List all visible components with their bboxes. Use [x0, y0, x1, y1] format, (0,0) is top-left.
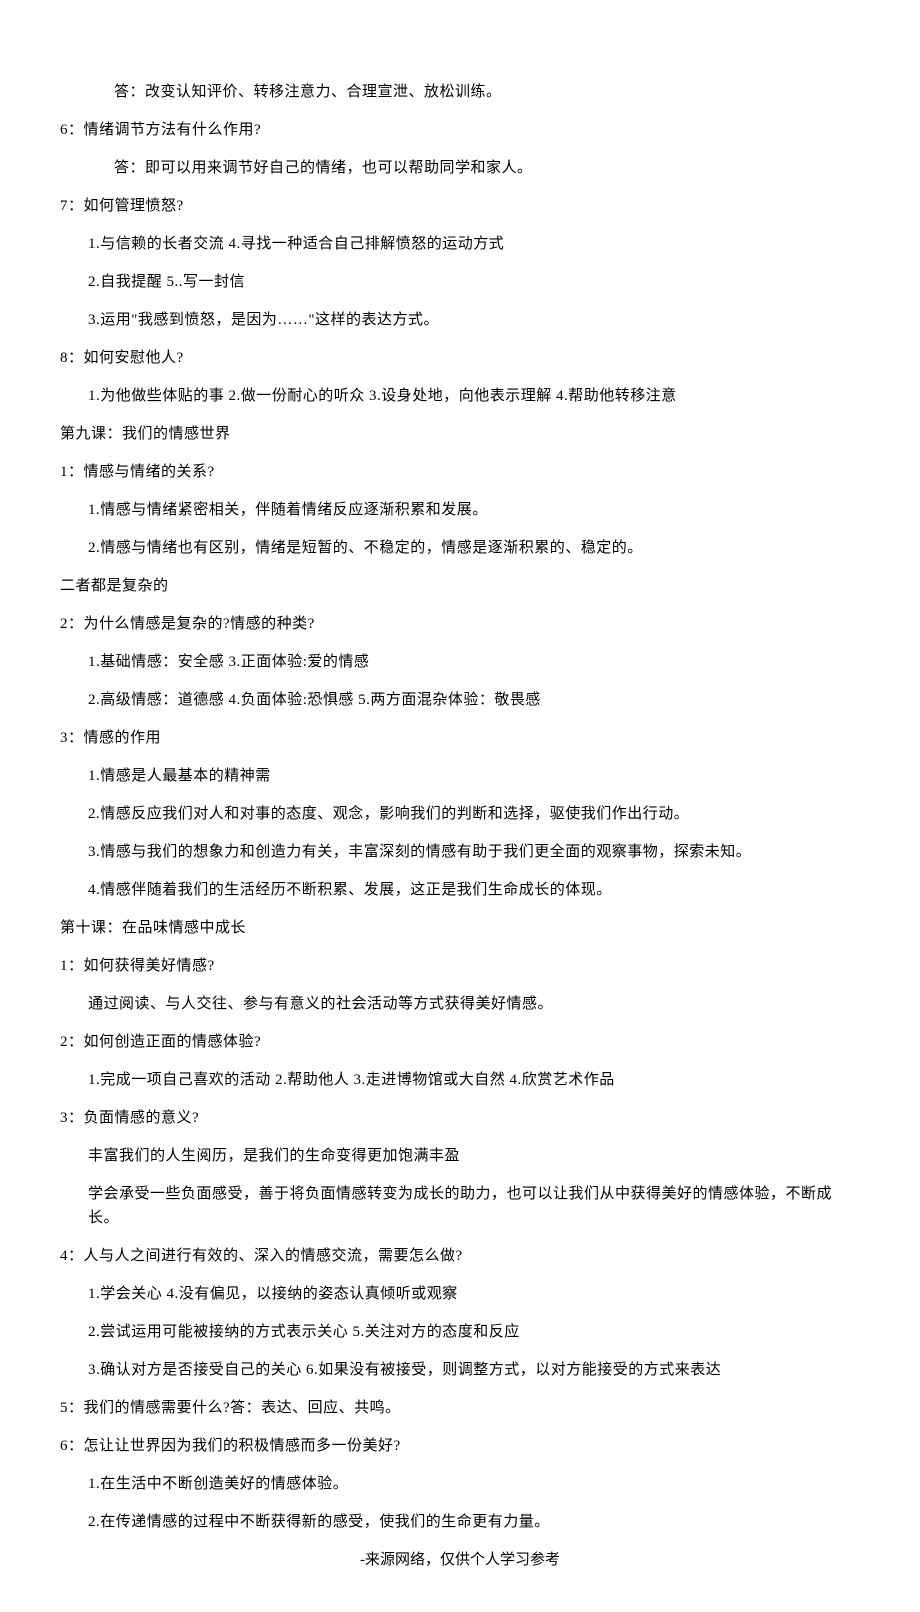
- document-body: 答：改变认知评价、转移注意力、合理宣泄、放松训练。 6：情绪调节方法有什么作用? 答…: [60, 80, 860, 1534]
- text-line: 3.确认对方是否接受自己的关心 6.如果没有被接受，则调整方式，以对方能接受的方…: [60, 1358, 860, 1382]
- text-line: 2.高级情感：道德感 4.负面体验:恐惧感 5.两方面混杂体验：敬畏感: [60, 688, 860, 712]
- text-line: 1.学会关心 4.没有偏见，以接纳的姿态认真倾听或观察: [60, 1282, 860, 1306]
- text-line: 3：负面情感的意义?: [60, 1106, 860, 1130]
- text-line: 4：人与人之间进行有效的、深入的情感交流，需要怎么做?: [60, 1244, 860, 1268]
- page-footer: -来源网络，仅供个人学习参考: [60, 1548, 860, 1572]
- text-line: 7：如何管理愤怒?: [60, 194, 860, 218]
- text-line: 答：即可以用来调节好自己的情绪，也可以帮助同学和家人。: [60, 156, 860, 180]
- text-line: 1.完成一项自己喜欢的活动 2.帮助他人 3.走进博物馆或大自然 4.欣赏艺术作…: [60, 1068, 860, 1092]
- text-line: 2.在传递情感的过程中不断获得新的感受，使我们的生命更有力量。: [60, 1510, 860, 1534]
- text-line: 3.情感与我们的想象力和创造力有关，丰富深刻的情感有助于我们更全面的观察事物，探…: [60, 840, 860, 864]
- text-line: 2.自我提醒 5..写一封信: [60, 270, 860, 294]
- text-line: 2：如何创造正面的情感体验?: [60, 1030, 860, 1054]
- text-line: 4.情感伴随着我们的生活经历不断积累、发展，这正是我们生命成长的体现。: [60, 878, 860, 902]
- text-line: 第十课：在品味情感中成长: [60, 916, 860, 940]
- text-line: 1.基础情感：安全感 3.正面体验:爱的情感: [60, 650, 860, 674]
- text-line: 1：情感与情绪的关系?: [60, 460, 860, 484]
- text-line: 第九课：我们的情感世界: [60, 422, 860, 446]
- text-line: 答：改变认知评价、转移注意力、合理宣泄、放松训练。: [60, 80, 860, 104]
- text-line: 3：情感的作用: [60, 726, 860, 750]
- text-line: 2.情感与情绪也有区别，情绪是短暂的、不稳定的，情感是逐渐积累的、稳定的。: [60, 536, 860, 560]
- text-line: 1.与信赖的长者交流 4.寻找一种适合自己排解愤怒的运动方式: [60, 232, 860, 256]
- text-line: 1.情感是人最基本的精神需: [60, 764, 860, 788]
- text-line: 二者都是复杂的: [60, 574, 860, 598]
- text-line: 学会承受一些负面感受，善于将负面情感转变为成长的助力，也可以让我们从中获得美好的…: [60, 1182, 860, 1230]
- text-line: 8：如何安慰他人?: [60, 346, 860, 370]
- text-line: 通过阅读、与人交往、参与有意义的社会活动等方式获得美好情感。: [60, 992, 860, 1016]
- text-line: 丰富我们的人生阅历，是我们的生命变得更加饱满丰盈: [60, 1144, 860, 1168]
- text-line: 2.情感反应我们对人和对事的态度、观念，影响我们的判断和选择，驱使我们作出行动。: [60, 802, 860, 826]
- text-line: 1.为他做些体贴的事 2.做一份耐心的听众 3.设身处地，向他表示理解 4.帮助…: [60, 384, 860, 408]
- text-line: 6：怎让让世界因为我们的积极情感而多一份美好?: [60, 1434, 860, 1458]
- text-line: 1：如何获得美好情感?: [60, 954, 860, 978]
- text-line: 1.在生活中不断创造美好的情感体验。: [60, 1472, 860, 1496]
- text-line: 1.情感与情绪紧密相关，伴随着情绪反应逐渐积累和发展。: [60, 498, 860, 522]
- text-line: 2：为什么情感是复杂的?情感的种类?: [60, 612, 860, 636]
- text-line: 2.尝试运用可能被接纳的方式表示关心 5.关注对方的态度和反应: [60, 1320, 860, 1344]
- text-line: 6：情绪调节方法有什么作用?: [60, 118, 860, 142]
- text-line: 3.运用"我感到愤怒，是因为……"这样的表达方式。: [60, 308, 860, 332]
- text-line: 5：我们的情感需要什么?答：表达、回应、共鸣。: [60, 1396, 860, 1420]
